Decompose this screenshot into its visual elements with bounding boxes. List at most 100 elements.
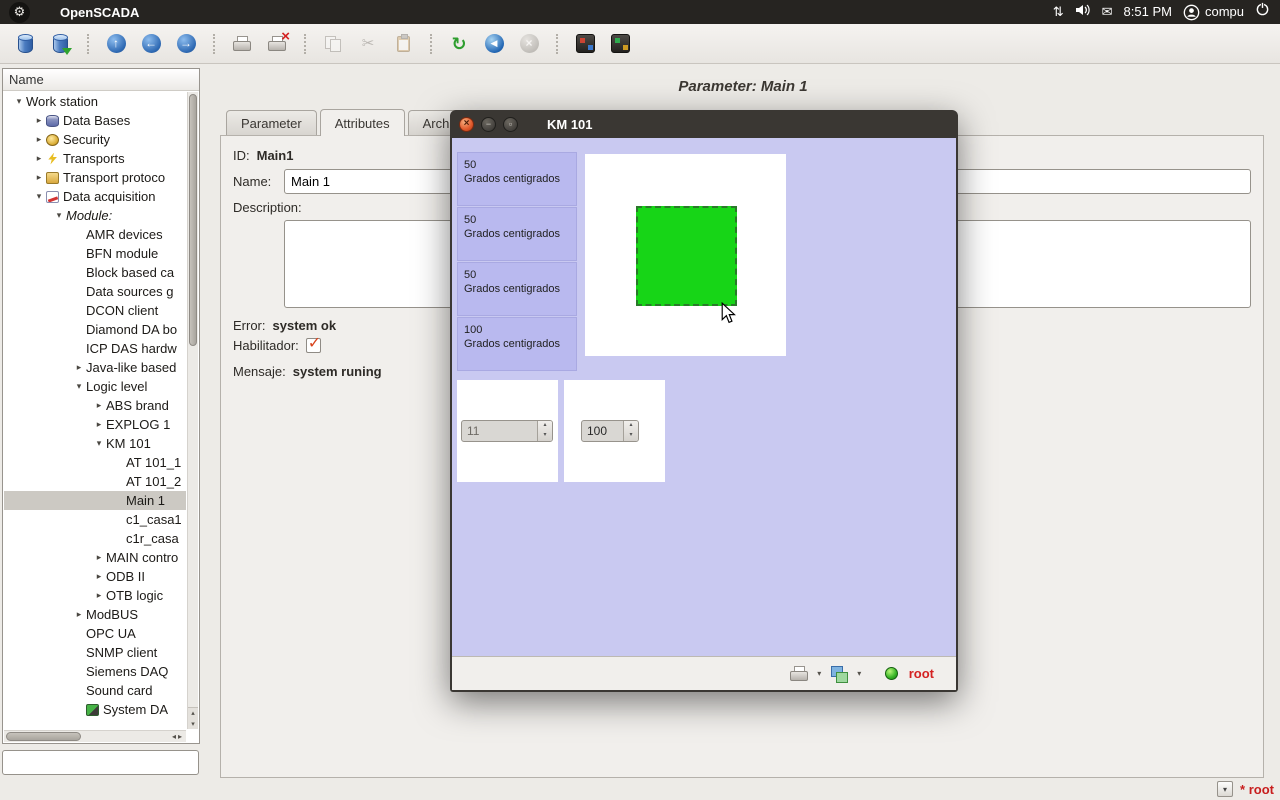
tree-item-odb-ii[interactable]: ▸ODB II <box>4 567 186 586</box>
tree-item-c1r-casa[interactable]: c1r_casa <box>4 529 186 548</box>
vertical-scroll-steppers[interactable]: ▴▾ <box>188 707 198 729</box>
km101-window: × − ▫ KM 101 50Grados centigrados50Grado… <box>450 110 958 692</box>
tree-item-main-contro[interactable]: ▸MAIN contro <box>4 548 186 567</box>
tree-vertical-scrollbar[interactable]: ▴▾ <box>187 92 198 729</box>
tree-item-modbus[interactable]: ▸ModBUS <box>4 605 186 624</box>
window-titlebar[interactable]: × − ▫ KM 101 <box>450 110 958 138</box>
expander-icon[interactable]: ▾ <box>92 438 106 449</box>
expander-icon[interactable]: ▸ <box>92 590 106 601</box>
expander-icon[interactable]: ▸ <box>92 400 106 411</box>
save-to-db-icon[interactable] <box>45 29 75 59</box>
minimize-icon[interactable]: − <box>481 117 496 132</box>
tree-item-c1-casa1[interactable]: c1_casa1 <box>4 510 186 529</box>
tree-item-icp-das-hardw[interactable]: ICP DAS hardw <box>4 339 186 358</box>
expander-icon[interactable]: ▸ <box>32 134 46 145</box>
spinbox-1[interactable]: 11 ▴▾ <box>461 420 553 442</box>
tree-item-data-acquisition[interactable]: ▾Data acquisition <box>4 187 186 206</box>
network-icon[interactable]: ⇅ <box>1053 0 1064 24</box>
tree-item-at-101-2[interactable]: AT 101_2 <box>4 472 186 491</box>
tree-item-abs-brand[interactable]: ▸ABS brand <box>4 396 186 415</box>
delete-item-icon[interactable]: × <box>262 29 292 59</box>
tree-item-sound-card[interactable]: Sound card <box>4 681 186 700</box>
tree-item-siemens-daq[interactable]: Siemens DAQ <box>4 662 186 681</box>
export-dropdown-icon[interactable]: ▾ <box>853 669 866 678</box>
vision-development-icon[interactable] <box>570 29 600 59</box>
daq-icon <box>46 191 59 203</box>
horizontal-scroll-steppers[interactable]: ◂▸ <box>172 731 184 743</box>
tree-item-logic-level[interactable]: ▾Logic level <box>4 377 186 396</box>
refresh-icon[interactable]: ↻ <box>444 29 474 59</box>
tab-attributes[interactable]: Attributes <box>320 109 405 136</box>
expander-icon[interactable]: ▸ <box>32 115 46 126</box>
distributor-menu-icon[interactable]: ⚙ <box>9 2 30 23</box>
green-indicator[interactable] <box>636 206 737 306</box>
tree-item-system-da[interactable]: System DA <box>4 700 186 719</box>
dialog-user[interactable]: root <box>909 666 934 681</box>
tree-item-java-like-based[interactable]: ▸Java-like based <box>4 358 186 377</box>
paste-item-icon[interactable] <box>388 29 418 59</box>
expander-icon[interactable]: ▾ <box>72 381 86 392</box>
go-up-icon[interactable]: ↑ <box>101 29 131 59</box>
tree-item-data-bases[interactable]: ▸Data Bases <box>4 111 186 130</box>
expander-icon[interactable]: ▾ <box>12 96 26 107</box>
tree-item-dcon-client[interactable]: DCON client <box>4 301 186 320</box>
spinbox-1-steppers[interactable]: ▴▾ <box>537 421 552 441</box>
vision-runtime-icon[interactable] <box>605 29 635 59</box>
user-dropdown-icon[interactable]: ▾ <box>1217 781 1233 797</box>
expander-icon[interactable]: ▾ <box>32 191 46 202</box>
tree-horizontal-scrollbar[interactable]: ◂▸ <box>4 730 186 742</box>
tree-header[interactable]: Name <box>3 69 199 91</box>
close-icon[interactable]: × <box>459 117 474 132</box>
tree-item-explog-1[interactable]: ▸EXPLOG 1 <box>4 415 186 434</box>
tree-item-km-101[interactable]: ▾KM 101 <box>4 434 186 453</box>
load-from-db-icon[interactable] <box>10 29 40 59</box>
tree-item-work-station[interactable]: ▾Work station <box>4 92 186 111</box>
mail-icon[interactable]: ✉ <box>1102 0 1113 24</box>
cut-item-icon[interactable]: ✂ <box>353 29 383 59</box>
tree-item-data-sources-g[interactable]: Data sources g <box>4 282 186 301</box>
expander-icon[interactable]: ▾ <box>52 210 66 221</box>
expander-icon[interactable]: ▸ <box>92 552 106 563</box>
go-back-icon[interactable]: ← <box>136 29 166 59</box>
tree-filter-input[interactable] <box>2 750 199 775</box>
tree-item-transport-protoco[interactable]: ▸Transport protoco <box>4 168 186 187</box>
expander-icon[interactable]: ▸ <box>72 609 86 620</box>
copy-item-icon[interactable] <box>318 29 348 59</box>
tree-item-main-1[interactable]: Main 1 <box>4 491 186 510</box>
vertical-scroll-thumb[interactable] <box>189 94 197 346</box>
tree-item-amr-devices[interactable]: AMR devices <box>4 225 186 244</box>
add-item-icon[interactable] <box>227 29 257 59</box>
tree-item-snmp-client[interactable]: SNMP client <box>4 643 186 662</box>
stop-updating-icon[interactable]: × <box>514 29 544 59</box>
current-user[interactable]: * root <box>1240 782 1274 797</box>
maximize-icon[interactable]: ▫ <box>503 117 518 132</box>
user-menu[interactable]: compu <box>1183 0 1244 24</box>
tree-item-module[interactable]: ▾Module: <box>4 206 186 225</box>
tab-parameter[interactable]: Parameter <box>226 110 317 135</box>
expander-icon[interactable]: ▸ <box>32 172 46 183</box>
tree-item-security[interactable]: ▸Security <box>4 130 186 149</box>
spinbox-2[interactable]: 100 ▴▾ <box>581 420 639 442</box>
print-icon[interactable] <box>790 666 808 682</box>
expander-icon[interactable]: ▸ <box>92 419 106 430</box>
clock[interactable]: 8:51 PM <box>1124 0 1172 24</box>
export-icon[interactable] <box>831 666 848 682</box>
tree-item-at-101-1[interactable]: AT 101_1 <box>4 453 186 472</box>
tree-item-otb-logic[interactable]: ▸OTB logic <box>4 586 186 605</box>
expander-icon[interactable]: ▸ <box>32 153 46 164</box>
expander-icon[interactable]: ▸ <box>72 362 86 373</box>
expander-icon[interactable]: ▸ <box>92 571 106 582</box>
tree-item-block-based-ca[interactable]: Block based ca <box>4 263 186 282</box>
spinbox-2-steppers[interactable]: ▴▾ <box>623 421 638 441</box>
power-icon[interactable] <box>1255 0 1270 24</box>
enable-checkbox[interactable] <box>306 338 321 353</box>
tree-item-opc-ua[interactable]: OPC UA <box>4 624 186 643</box>
print-dropdown-icon[interactable]: ▾ <box>813 669 826 678</box>
start-updating-icon[interactable]: ◀ <box>479 29 509 59</box>
tree-item-transports[interactable]: ▸Transports <box>4 149 186 168</box>
tree-item-bfn-module[interactable]: BFN module <box>4 244 186 263</box>
horizontal-scroll-thumb[interactable] <box>6 732 81 741</box>
go-forward-icon[interactable]: → <box>171 29 201 59</box>
tree-item-diamond-da-bo[interactable]: Diamond DA bo <box>4 320 186 339</box>
volume-icon[interactable] <box>1075 0 1091 24</box>
